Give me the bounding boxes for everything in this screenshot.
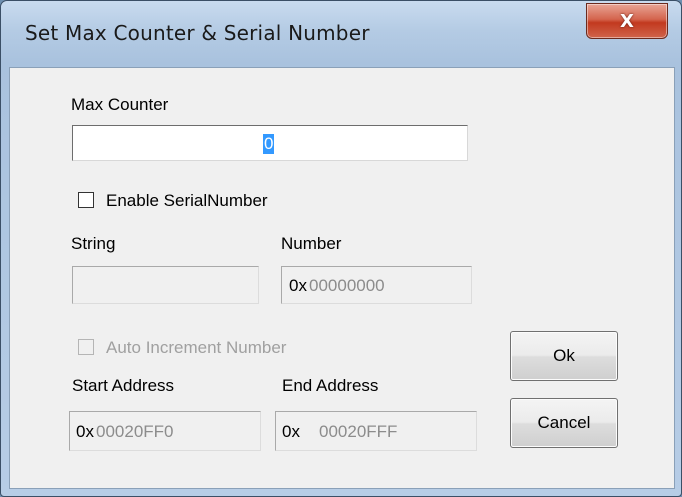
number-label: Number xyxy=(281,234,342,253)
close-icon: X xyxy=(620,10,634,32)
close-button[interactable]: X xyxy=(586,3,668,39)
string-input[interactable] xyxy=(72,266,259,304)
start-address-value: 00020FF0 xyxy=(96,422,174,441)
window-title: Set Max Counter & Serial Number xyxy=(25,21,370,45)
start-address-input[interactable]: 0x 00020FF0 xyxy=(69,411,261,451)
cancel-button[interactable]: Cancel xyxy=(510,398,618,448)
string-label: String xyxy=(71,234,116,253)
end-address-prefix: 0x xyxy=(282,422,300,441)
start-address-prefix: 0x xyxy=(76,422,94,441)
enable-serial-checkbox[interactable] xyxy=(78,192,94,208)
max-counter-label: Max Counter xyxy=(71,95,169,114)
end-address-value: 00020FFF xyxy=(319,422,398,441)
dialog-content: Max Counter 0 Enable SerialNumber String… xyxy=(9,67,675,489)
auto-increment-checkbox[interactable] xyxy=(78,339,94,355)
end-address-label: End Address xyxy=(282,376,379,395)
ok-button[interactable]: Ok xyxy=(510,331,618,381)
max-counter-value: 0 xyxy=(263,134,275,154)
number-value: 00000000 xyxy=(309,276,385,295)
number-input[interactable]: 0x 00000000 xyxy=(281,266,472,304)
title-bar[interactable]: Set Max Counter & Serial Number X xyxy=(1,1,681,67)
end-address-input[interactable]: 0x 00020FFF xyxy=(275,411,477,451)
number-prefix: 0x xyxy=(289,276,307,295)
auto-increment-label[interactable]: Auto Increment Number xyxy=(106,338,286,358)
dialog-window: Set Max Counter & Serial Number X Max Co… xyxy=(0,0,682,497)
start-address-label: Start Address xyxy=(72,376,175,395)
enable-serial-label[interactable]: Enable SerialNumber xyxy=(106,191,268,211)
max-counter-input[interactable]: 0 xyxy=(72,125,468,161)
